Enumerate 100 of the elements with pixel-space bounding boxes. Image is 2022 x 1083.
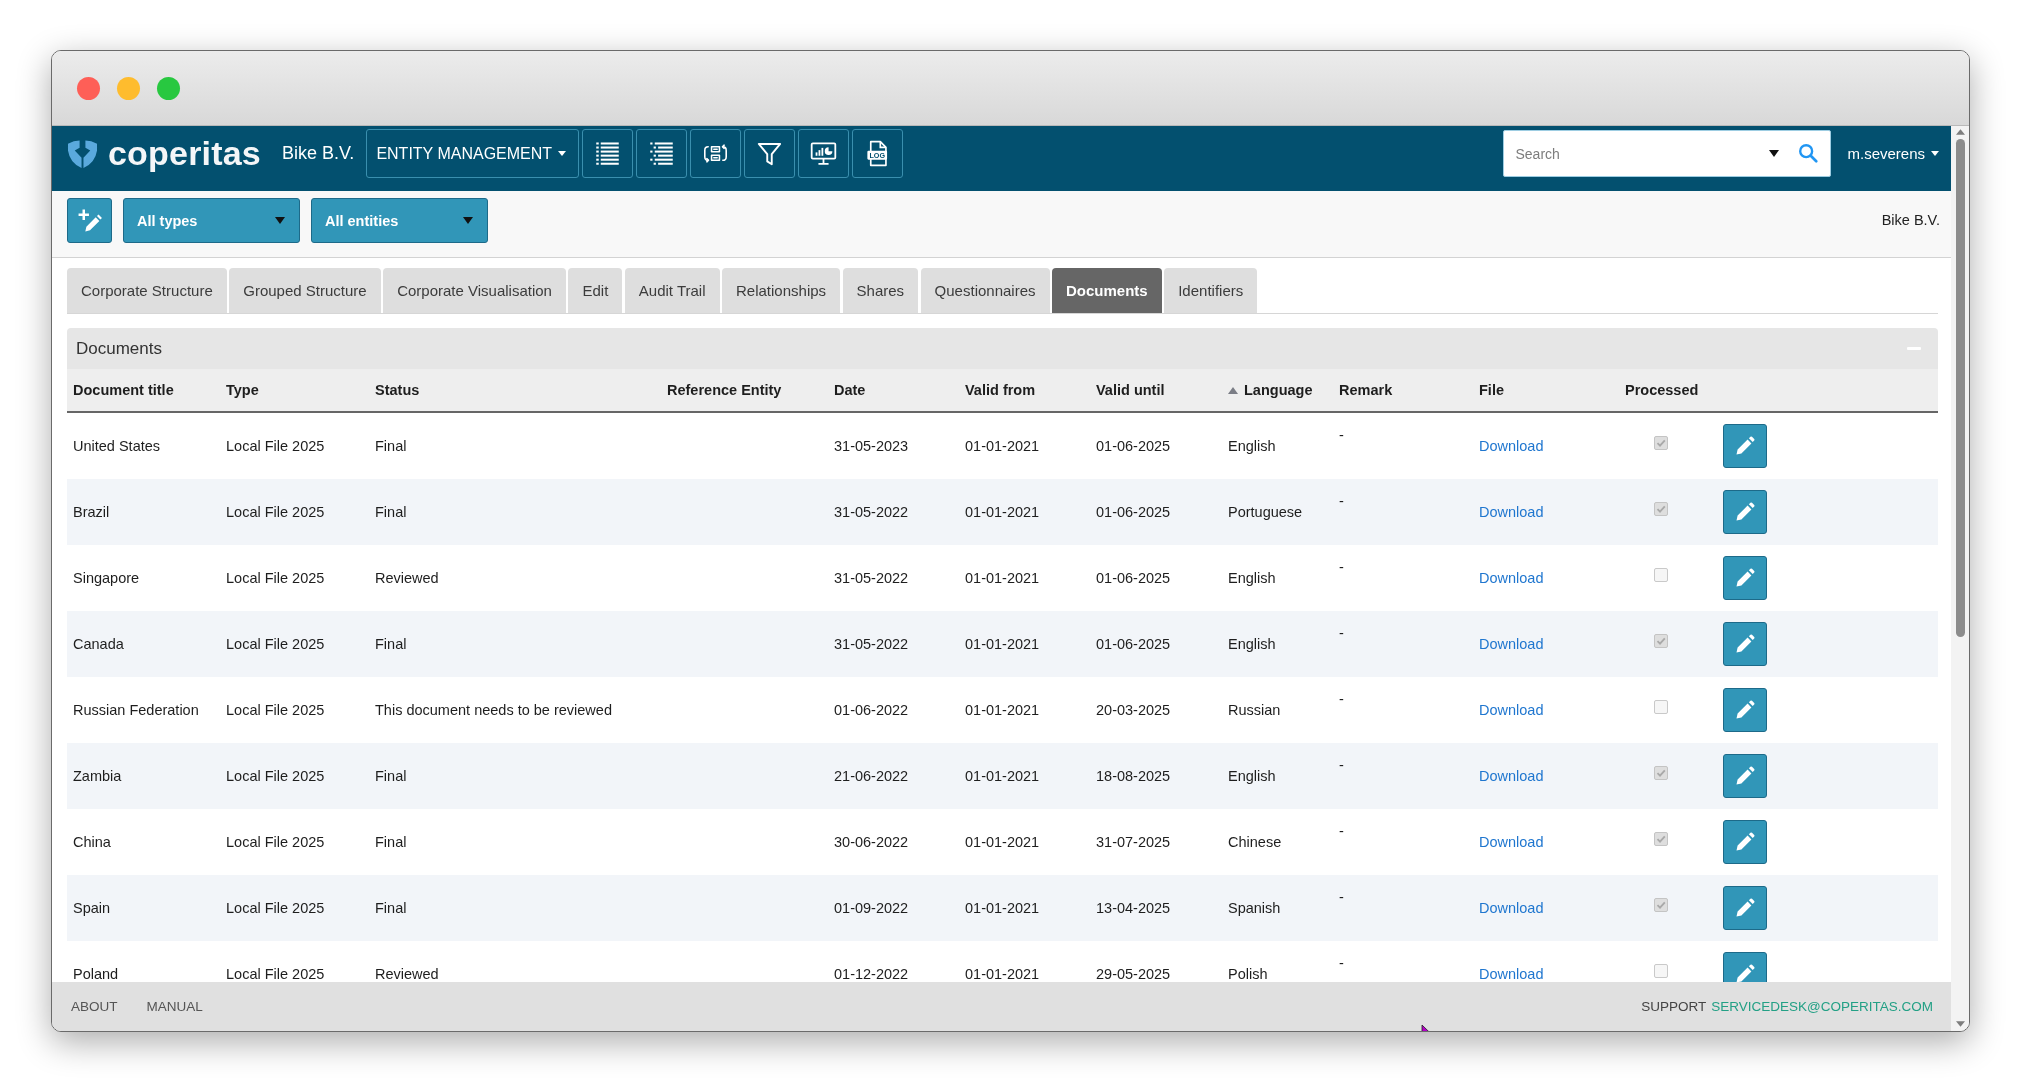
processed-checkbox[interactable] [1654,436,1668,450]
scrollbar-thumb[interactable] [1955,139,1965,637]
table-cell: 01-06-2025 [1096,438,1171,454]
processed-checkbox[interactable] [1654,700,1668,714]
download-link[interactable]: Download [1479,570,1544,586]
tab[interactable]: Shares [842,268,919,313]
download-link[interactable]: Download [1479,834,1544,850]
download-link[interactable]: Download [1479,900,1544,916]
download-link[interactable]: Download [1479,504,1544,520]
caret-icon[interactable] [1769,150,1780,157]
table-cell: 01-06-2022 [834,702,909,718]
column-header[interactable]: Document title [73,382,174,398]
swap-button[interactable] [690,129,742,178]
list-button[interactable] [582,129,634,178]
entity-name: Bike B.V. [1881,212,1940,228]
footer-link[interactable]: MANUAL [146,999,203,1014]
table-cell: - [1339,889,1344,905]
logo-text: coperitas [108,134,261,173]
table-cell: 01-01-2021 [965,966,1040,982]
column-header[interactable]: Date [834,382,866,398]
table-cell: 01-01-2021 [965,834,1040,850]
column-header[interactable]: Type [226,382,259,398]
table-cell: 20-03-2025 [1096,702,1171,718]
tab[interactable]: Questionnaires [920,268,1050,313]
tab[interactable]: Relationships [722,268,841,313]
edit-button[interactable] [1723,886,1767,930]
close-window-icon[interactable] [77,76,100,100]
column-header[interactable]: Remark [1339,382,1393,398]
add-button[interactable] [67,198,112,243]
tab[interactable]: Documents [1052,268,1162,313]
edit-button[interactable] [1723,688,1767,732]
table-cell: English [1228,636,1276,652]
processed-checkbox[interactable] [1654,502,1668,516]
logo-icon [67,138,98,169]
table-cell: Spanish [1228,900,1281,916]
edit-button[interactable] [1723,490,1767,534]
log-file-button[interactable]: LOG [852,129,904,178]
sort-ascending-icon[interactable] [1228,386,1238,394]
column-header[interactable]: File [1479,382,1504,398]
table-cell: Portuguese [1228,504,1303,520]
indented-list-button[interactable] [636,129,688,178]
user-menu-button[interactable]: m.severens [1845,141,1941,166]
column-header[interactable]: Processed [1625,382,1699,398]
download-link[interactable]: Download [1479,636,1544,652]
scrollbar[interactable] [1951,126,1969,1031]
column-header[interactable]: Valid until [1096,382,1165,398]
search-field[interactable]: Search [1503,130,1832,177]
table-cell: This document needs to be reviewed [375,702,612,718]
processed-checkbox[interactable] [1654,766,1668,780]
edit-button[interactable] [1723,556,1767,600]
table-cell: Local File 2025 [226,438,325,454]
tab[interactable]: Audit Trail [624,268,720,313]
edit-button[interactable] [1723,424,1767,468]
list-icon [594,140,622,167]
table-cell: 01-01-2021 [965,438,1040,454]
table-cell: United States [73,438,161,454]
table-cell: 01-12-2022 [834,966,909,982]
table-cell: - [1339,427,1344,443]
download-link[interactable]: Download [1479,438,1544,454]
download-link[interactable]: Download [1479,702,1544,718]
processed-checkbox[interactable] [1654,964,1668,978]
footer-link[interactable]: ABOUT [71,999,118,1014]
monitor-chart-button[interactable] [798,129,850,178]
search-icon[interactable] [1797,142,1820,164]
table-cell: 01-01-2021 [965,636,1040,652]
edit-button[interactable] [1723,622,1767,666]
processed-checkbox[interactable] [1654,898,1668,912]
table-cell: Spain [73,900,111,916]
processed-checkbox[interactable] [1654,634,1668,648]
table-cell: Singapore [73,570,140,586]
tab[interactable]: Identifiers [1164,268,1258,313]
table-cell: 01-09-2022 [834,900,909,916]
table-cell: Russian [1228,702,1281,718]
indented-list-icon [648,140,676,167]
tab[interactable]: Edit [568,268,623,313]
module-menu-button[interactable]: ENTITY MANAGEMENT [366,129,580,178]
processed-checkbox[interactable] [1654,568,1668,582]
table-cell: Poland [73,966,119,982]
entity-name: Bike B.V. [282,143,355,164]
panel-title: Documents [76,338,162,359]
tab[interactable]: Corporate Visualisation [383,268,566,313]
edit-button[interactable] [1723,754,1767,798]
column-header[interactable]: Valid from [965,382,1036,398]
table-cell: Final [375,900,407,916]
column-header[interactable]: Reference Entity [667,382,782,398]
table-cell: 13-04-2025 [1096,900,1171,916]
column-header[interactable]: Language [1244,382,1313,398]
column-header[interactable]: Status [375,382,420,398]
scroll-up-icon[interactable] [1955,129,1965,135]
download-link[interactable]: Download [1479,966,1544,982]
table-cell: 31-07-2025 [1096,834,1171,850]
tab[interactable]: Corporate Structure [67,268,227,313]
processed-checkbox[interactable] [1654,832,1668,846]
tab[interactable]: Grouped Structure [229,268,381,313]
filter-button[interactable] [744,129,796,178]
table-cell: Final [375,768,407,784]
scroll-down-icon[interactable] [1955,1021,1965,1027]
table-cell: Local File 2025 [226,702,325,718]
edit-button[interactable] [1723,820,1767,864]
download-link[interactable]: Download [1479,768,1544,784]
